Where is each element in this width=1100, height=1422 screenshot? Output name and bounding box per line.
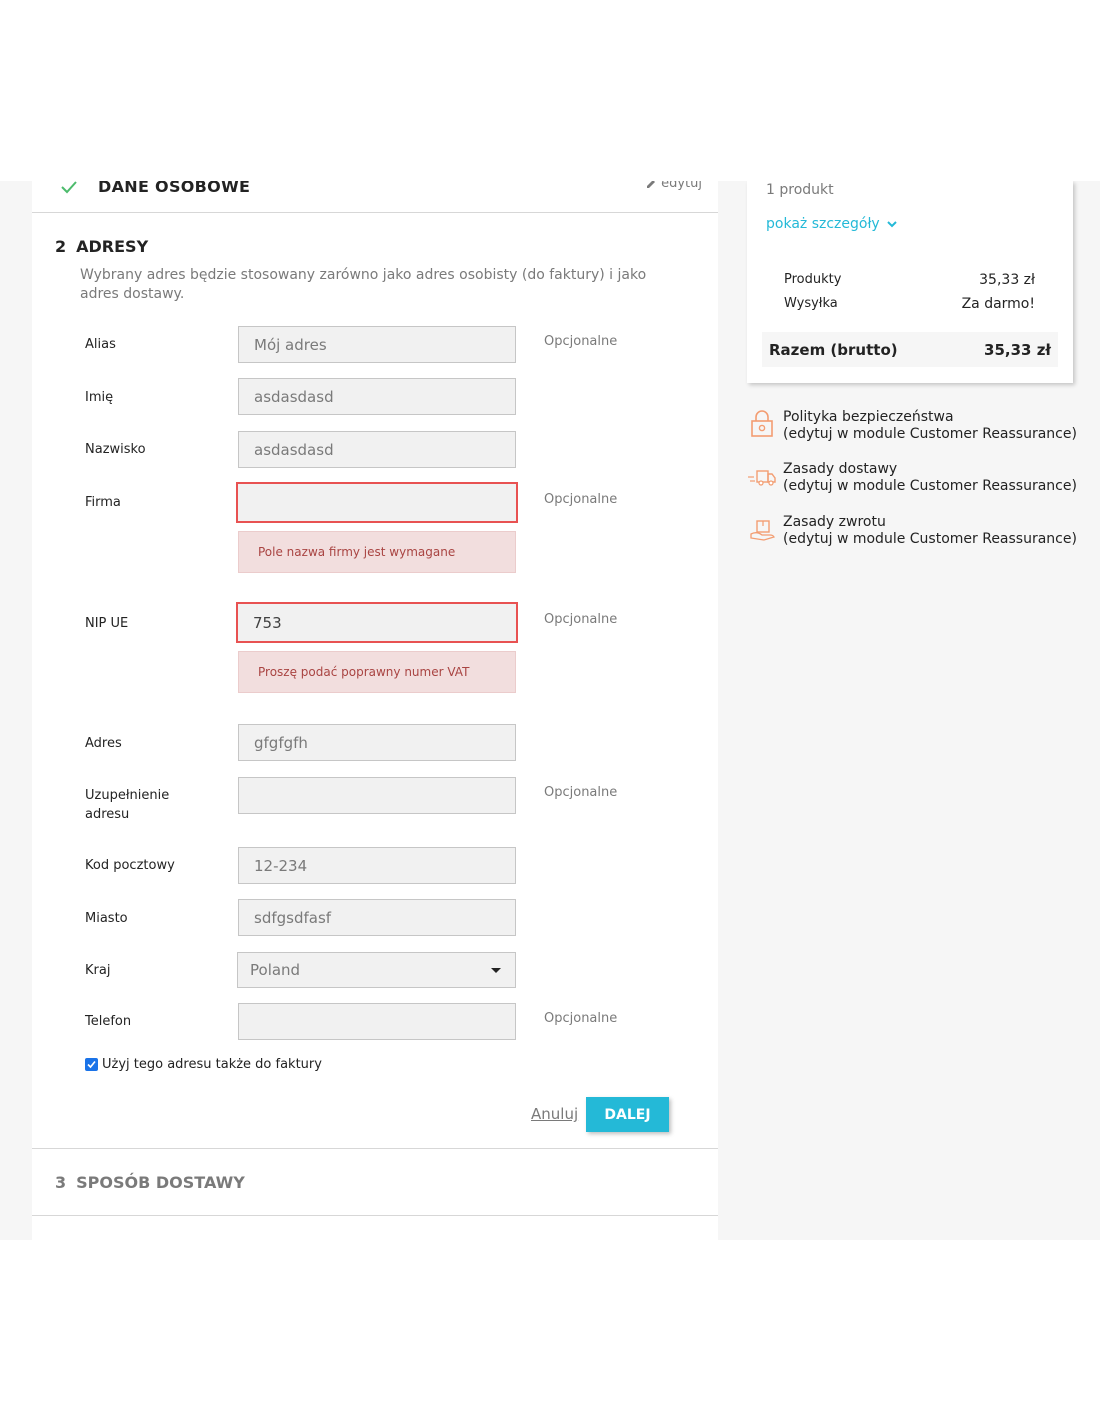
cart-total-row: Razem (brutto) 35,33 zł xyxy=(762,332,1058,367)
reassurance-text: Polityka bezpieczeństwa (edytuj w module… xyxy=(783,408,1077,442)
address2-label: Uzupełnienie adresu xyxy=(85,788,170,822)
edit-label: edytuj xyxy=(661,181,702,191)
alias-placeholder: Mój adres xyxy=(254,335,327,354)
company-input[interactable] xyxy=(236,482,518,523)
step-personal-info-title: Dane osobowe xyxy=(98,181,251,196)
lastname-label: Nazwisko xyxy=(85,442,146,457)
address2-optional-note: Opcjonalne xyxy=(544,785,618,800)
checkout-steps: Dane osobowe edytuj 2 ADRESY Wybrany adre… xyxy=(32,181,718,1240)
edit-personal-info-link[interactable]: edytuj xyxy=(646,181,702,191)
reassurance-subtitle: (edytuj w module Customer Reassurance) xyxy=(783,426,1077,442)
return-package-icon xyxy=(750,520,775,541)
checkout-viewport: Dane osobowe edytuj 2 ADRESY Wybrany adre… xyxy=(0,181,1100,1240)
firstname-input[interactable]: asdasdasd xyxy=(238,378,516,415)
city-input[interactable]: sdfgsdfasf xyxy=(238,899,516,936)
city-label: Miasto xyxy=(85,911,128,926)
postcode-value: 12-234 xyxy=(254,856,308,875)
vat-error-message: Proszę podać poprawny numer VAT xyxy=(238,651,516,693)
reassurance-title: Zasady dostawy xyxy=(783,461,898,477)
step-addresses-heading: 2 ADRESY xyxy=(55,237,148,256)
vat-value: 753 xyxy=(253,613,282,632)
company-error-message: Pole nazwa firmy jest wymagane xyxy=(238,531,516,573)
subtotal-shipping-row: Wysyłka Za darmo! xyxy=(784,296,1035,312)
city-value: sdfgsdfasf xyxy=(254,908,332,927)
total-value: 35,33 zł xyxy=(984,340,1051,359)
vat-input[interactable]: 753 xyxy=(236,602,518,643)
subtotal-products-row: Produkty 35,33 zł xyxy=(784,272,1035,288)
subtotal-value: 35,33 zł xyxy=(979,272,1035,288)
cart-summary: 1 produkt pokaż szczegóły Produkty 35,33… xyxy=(747,181,1073,383)
country-label: Kraj xyxy=(85,963,111,978)
lock-icon xyxy=(751,410,773,437)
continue-button[interactable]: Dalej xyxy=(586,1097,669,1132)
step-delivery-heading[interactable]: 3 SPOSÓB DOSTAWY xyxy=(55,1173,245,1192)
firstname-label: Imię xyxy=(85,390,114,405)
phone-input[interactable] xyxy=(238,1003,516,1040)
product-count: 1 produkt xyxy=(766,182,834,198)
step-addresses-description: Wybrany adres będzie stosowany zarówno j… xyxy=(80,267,647,302)
postcode-label: Kod pocztowy xyxy=(85,858,175,873)
reassurance-title: Zasady zwrotu xyxy=(783,514,886,530)
dropdown-caret-icon xyxy=(491,967,501,973)
postcode-input[interactable]: 12-234 xyxy=(238,847,516,884)
step-title: ADRESY xyxy=(76,237,149,256)
alias-optional-note: Opcjonalne xyxy=(544,334,618,349)
phone-label: Telefon xyxy=(85,1014,132,1029)
reassurance-subtitle: (edytuj w module Customer Reassurance) xyxy=(783,478,1077,494)
reassurance-item: Zasady zwrotu (edytuj w module Customer … xyxy=(748,513,1077,547)
cancel-link[interactable]: Anuluj xyxy=(531,1105,578,1123)
reassurance-text: Zasady zwrotu (edytuj w module Customer … xyxy=(783,513,1077,547)
reassurance-subtitle: (edytuj w module Customer Reassurance) xyxy=(783,531,1077,547)
reassurance-item: Polityka bezpieczeństwa (edytuj w module… xyxy=(748,408,1077,442)
vat-label: NIP UE xyxy=(85,616,129,631)
firstname-value: asdasdasd xyxy=(254,387,334,406)
lastname-value: asdasdasd xyxy=(254,440,334,459)
address1-label: Adres xyxy=(85,736,122,751)
divider xyxy=(32,1215,718,1216)
company-label: Firma xyxy=(85,495,121,510)
subtotal-label: Wysyłka xyxy=(784,296,838,311)
country-select[interactable]: Poland xyxy=(237,952,516,988)
company-optional-note: Opcjonalne xyxy=(544,492,618,507)
address1-value: gfgfgfh xyxy=(254,733,308,752)
chevron-down-icon xyxy=(887,220,897,227)
lastname-input[interactable]: asdasdasd xyxy=(238,431,516,468)
address1-input[interactable]: gfgfgfh xyxy=(238,724,516,761)
total-label: Razem (brutto) xyxy=(769,340,898,359)
subtotal-value: Za darmo! xyxy=(961,296,1035,312)
step-number: 2 xyxy=(55,237,67,256)
step-number: 3 xyxy=(55,1173,67,1192)
address2-input[interactable] xyxy=(238,777,516,814)
reassurance-text: Zasady dostawy (edytuj w module Customer… xyxy=(783,460,1077,494)
step-personal-info[interactable]: Dane osobowe edytuj xyxy=(32,181,718,213)
use-for-invoice-checkbox[interactable] xyxy=(85,1058,98,1071)
subtotal-label: Produkty xyxy=(784,272,842,287)
use-for-invoice-label: Użyj tego adresu także do faktury xyxy=(102,1057,322,1072)
reassurance-item: Zasady dostawy (edytuj w module Customer… xyxy=(748,460,1077,494)
country-selected-value: Poland xyxy=(250,961,301,979)
alias-input[interactable]: Mój adres xyxy=(238,326,516,363)
checkmark-icon xyxy=(61,181,77,194)
checkbox-check-icon xyxy=(87,1060,96,1069)
use-for-invoice-checkbox-row[interactable]: Użyj tego adresu także do faktury xyxy=(85,1057,322,1072)
phone-optional-note: Opcjonalne xyxy=(544,1011,618,1026)
divider xyxy=(32,1148,718,1149)
alias-label: Alias xyxy=(85,337,116,352)
pencil-icon xyxy=(647,181,656,188)
reassurance-title: Polityka bezpieczeństwa xyxy=(783,409,954,425)
delivery-truck-icon xyxy=(748,470,776,486)
show-details-label: pokaż szczegóły xyxy=(766,216,880,232)
show-details-toggle[interactable]: pokaż szczegóły xyxy=(766,216,897,232)
step-title: SPOSÓB DOSTAWY xyxy=(76,1173,245,1192)
vat-optional-note: Opcjonalne xyxy=(544,612,618,627)
